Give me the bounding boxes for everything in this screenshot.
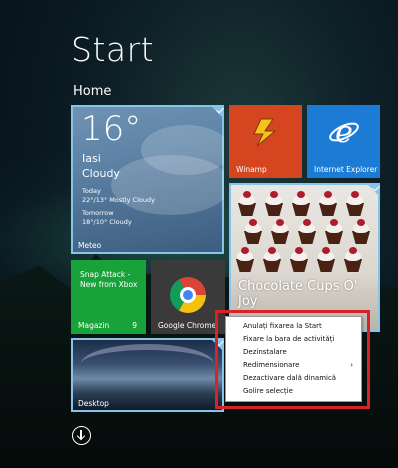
tile-label: Desktop xyxy=(78,399,109,408)
store-tile[interactable]: Snap Attack - New from Xbox Magazin 9 xyxy=(71,260,146,334)
milky-way-decoration xyxy=(81,344,214,384)
tile-label: Meteo xyxy=(78,241,102,250)
menu-item-turn-off-live-tile[interactable]: Dezactivare dală dinamică xyxy=(226,372,361,385)
dessert-cup xyxy=(316,247,336,272)
page-title: Start xyxy=(71,30,155,69)
winamp-icon xyxy=(253,118,277,147)
menu-item-uninstall[interactable]: Dezinstalare xyxy=(226,346,361,359)
dessert-cup xyxy=(270,219,290,244)
dessert-cup xyxy=(237,191,257,216)
dessert-cup xyxy=(351,219,371,244)
forecast-today-label: Today xyxy=(82,187,101,195)
recipe-title: Chocolate Cups O' Joy xyxy=(238,279,358,309)
chrome-icon xyxy=(170,277,206,313)
svg-text:e: e xyxy=(335,115,353,149)
weather-temperature: 16° xyxy=(81,109,142,149)
desktop-tile[interactable]: Desktop xyxy=(71,338,224,412)
tile-label: Winamp xyxy=(236,165,267,174)
dessert-cup xyxy=(324,219,344,244)
dessert-cup xyxy=(243,219,263,244)
dessert-cup xyxy=(291,191,311,216)
tile-label: Internet Explorer xyxy=(314,165,378,174)
group-title: Home xyxy=(73,84,112,99)
dessert-cup xyxy=(264,191,284,216)
forecast-tomorrow: 18°/10° Cloudy xyxy=(82,218,132,226)
check-icon xyxy=(366,183,380,197)
tile-label: Magazin xyxy=(78,321,110,330)
cloud-decoration xyxy=(111,155,224,215)
google-chrome-tile[interactable]: Google Chrome xyxy=(151,260,225,334)
dessert-cup xyxy=(262,247,282,272)
store-badge-count: 9 xyxy=(132,321,137,330)
tile-label: Google Chrome xyxy=(158,321,217,330)
dessert-cup xyxy=(318,191,338,216)
menu-item-label: Redimensionare xyxy=(243,361,300,369)
dessert-cup xyxy=(297,219,317,244)
winamp-tile[interactable]: Winamp xyxy=(229,105,302,178)
dessert-cup xyxy=(289,247,309,272)
menu-item-pin-to-taskbar[interactable]: Fixare la bara de activități xyxy=(226,333,361,346)
forecast-today: 22°/13° Mostly Cloudy xyxy=(82,196,155,204)
all-apps-arrow-icon[interactable] xyxy=(72,426,91,445)
internet-explorer-icon: e xyxy=(329,115,359,149)
menu-item-resize[interactable]: Redimensionare › xyxy=(226,359,361,372)
weather-tile[interactable]: 16° Iasi Cloudy Today 22°/13° Mostly Clo… xyxy=(71,105,224,254)
check-icon xyxy=(210,105,224,119)
weather-condition: Cloudy xyxy=(82,167,120,180)
weather-city: Iasi xyxy=(82,152,101,165)
internet-explorer-tile[interactable]: e Internet Explorer xyxy=(307,105,380,178)
dessert-cup xyxy=(343,247,363,272)
menu-item-unpin-from-start[interactable]: Anulați fixarea la Start xyxy=(226,320,361,333)
dessert-cup xyxy=(345,191,365,216)
chevron-right-icon: › xyxy=(350,361,353,369)
context-menu: Anulați fixarea la Start Fixare la bara … xyxy=(225,316,362,402)
menu-item-clear-selection[interactable]: Golire selecție xyxy=(226,385,361,398)
forecast-tomorrow-label: Tomorrow xyxy=(82,209,114,217)
store-promo-text: Snap Attack - New from Xbox xyxy=(80,270,138,289)
dessert-cup xyxy=(235,247,255,272)
